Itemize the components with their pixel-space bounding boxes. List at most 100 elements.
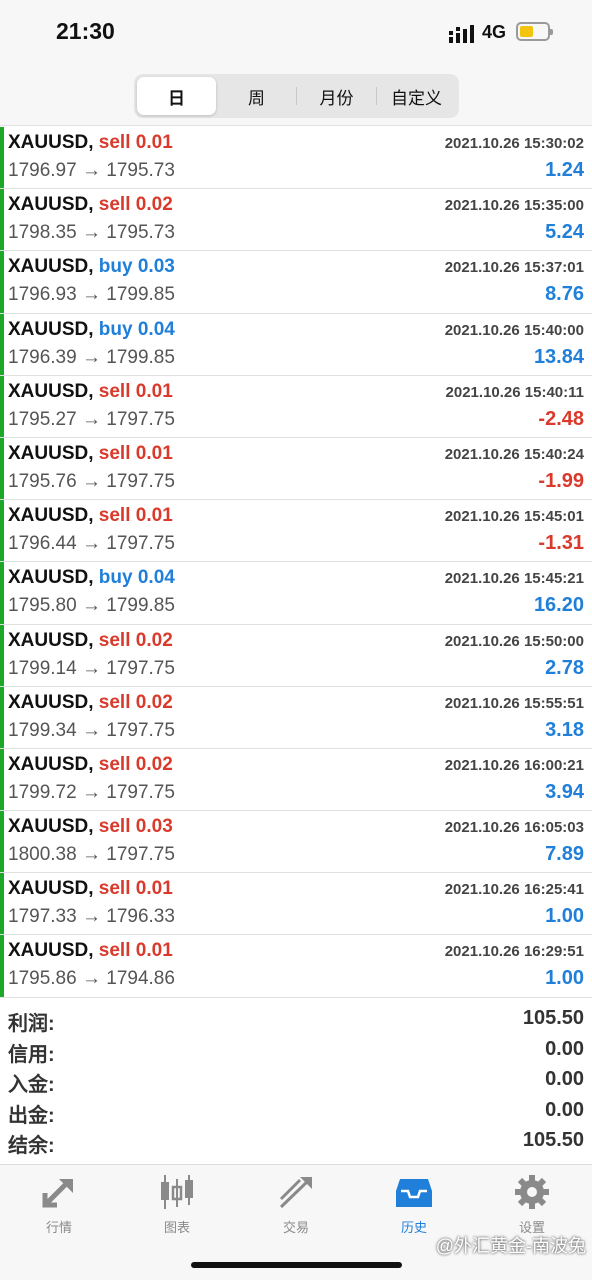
tab-label: 图表 — [163, 1220, 190, 1235]
trade-datetime: 2021.10.26 15:50:00 — [444, 632, 584, 650]
arrow-icon: → — [81, 533, 101, 555]
close-price: 1797.75 — [106, 844, 175, 866]
segment-tab-2[interactable]: 月份 — [297, 77, 376, 115]
segment-tab-0[interactable]: 日 — [137, 77, 216, 115]
trade-title: XAUUSD, sell 0.02 — [8, 754, 173, 776]
trade-symbol: XAUUSD, — [8, 194, 94, 216]
trade-row[interactable]: XAUUSD, sell 0.03 2021.10.26 16:05:03 1800… — [0, 811, 592, 874]
trade-volume: 0.01 — [135, 878, 173, 900]
open-price: 1800.38 — [8, 844, 77, 866]
trade-row[interactable]: XAUUSD, sell 0.01 2021.10.26 15:40:24 1795… — [0, 437, 592, 501]
trade-profit: -1.99 — [538, 469, 584, 492]
trade-datetime: 2021.10.26 15:55:51 — [444, 694, 584, 712]
trade-symbol: XAUUSD, — [8, 691, 94, 713]
close-price: 1797.75 — [106, 533, 175, 555]
trade-datetime: 2021.10.26 15:45:21 — [444, 570, 584, 588]
summary-label: 利润: — [8, 1013, 55, 1035]
open-price: 1796.93 — [8, 284, 77, 306]
trade-row-indicator — [0, 935, 4, 997]
trade-datetime: 2021.10.26 16:29:51 — [444, 943, 584, 961]
trade-symbol: XAUUSD, — [8, 505, 94, 527]
trade-symbol: XAUUSD, — [8, 380, 94, 402]
open-price: 1799.34 — [8, 719, 77, 741]
open-price: 1796.97 — [8, 160, 77, 181]
summary-label: 信用: — [8, 1043, 55, 1066]
battery-nub — [550, 29, 553, 35]
trade-volume: 0.01 — [135, 442, 173, 464]
battery-level — [520, 26, 533, 37]
trade-symbol: XAUUSD, — [8, 629, 94, 651]
signal-icon — [449, 25, 474, 43]
trade-profit: 1.24 — [545, 159, 584, 181]
close-price: 1797.75 — [106, 470, 175, 492]
trade-row[interactable]: XAUUSD, sell 0.01 2021.10.26 15:30:02 1796… — [0, 127, 592, 190]
trade-symbol: XAUUSD, — [8, 256, 94, 278]
close-price: 1799.85 — [106, 284, 175, 306]
summary-value: 0.00 — [545, 1037, 584, 1060]
trade-row-indicator — [0, 500, 4, 562]
trade-row[interactable]: XAUUSD, sell 0.02 2021.10.26 15:55:51 1799… — [0, 686, 592, 749]
trade-row[interactable]: XAUUSD, buy 0.04 2021.10.26 15:45:21 1795.… — [0, 562, 592, 625]
trade-title: XAUUSD, sell 0.01 — [8, 381, 173, 403]
tab-trade[interactable]: 交易 — [246, 1173, 346, 1243]
period-bar: 日周月份 自定义 — [0, 66, 592, 126]
arrow-icon: → — [81, 657, 101, 679]
summary-value: 0.00 — [545, 1098, 584, 1121]
trade-side: sell — [98, 940, 131, 962]
trade-row[interactable]: XAUUSD, sell 0.01 2021.10.26 15:45:01 1796… — [0, 500, 592, 563]
trade-row-indicator — [0, 313, 4, 375]
open-price: 1797.33 — [8, 906, 77, 928]
trade-title: XAUUSD, sell 0.01 — [8, 443, 173, 465]
summary-label: 入金: — [8, 1074, 55, 1096]
account-summary: 利润: 105.50 信用: 0.00 入金: 0.00 出金: 0.00 结余: 105.50 — [0, 1004, 592, 1157]
trade-row[interactable]: XAUUSD, buy 0.03 2021.10.26 15:37:01 1796.… — [0, 251, 592, 314]
trade-row-indicator — [0, 624, 4, 686]
trade-prices: 1795.80 → 1799.85 — [8, 595, 175, 617]
trade-side: sell — [98, 691, 131, 713]
tab-label: 行情 — [45, 1220, 72, 1235]
close-price: 1797.75 — [106, 657, 175, 679]
trade-side: sell — [98, 505, 131, 527]
summary-value: 105.50 — [522, 1007, 584, 1029]
trade-row[interactable]: XAUUSD, sell 0.02 2021.10.26 15:35:00 1798… — [0, 189, 592, 252]
trade-datetime: 2021.10.26 15:35:00 — [444, 197, 584, 215]
trade-volume: 0.01 — [135, 132, 173, 153]
trade-history-list: XAUUSD, sell 0.01 2021.10.26 15:30:02 1796… — [0, 127, 592, 998]
arrow-icon: → — [81, 160, 101, 181]
trade-prices: 1796.39 → 1799.85 — [8, 347, 175, 369]
trade-symbol: XAUUSD, — [8, 442, 94, 464]
trade-side: sell — [98, 132, 131, 153]
trade-profit: 3.18 — [545, 718, 584, 741]
open-price: 1796.44 — [8, 533, 77, 555]
trade-row[interactable]: XAUUSD, buy 0.04 2021.10.26 15:40:00 1796.… — [0, 313, 592, 376]
trade-prices: 1800.38 → 1797.75 — [8, 844, 175, 866]
history-icon — [396, 1179, 432, 1207]
open-price: 1799.72 — [8, 781, 77, 803]
segment-tab-3[interactable]: 自定义 — [377, 77, 456, 115]
trade-datetime: 2021.10.26 15:40:11 — [445, 383, 584, 401]
trade-side: sell — [98, 816, 131, 838]
trade-row[interactable]: XAUUSD, sell 0.02 2021.10.26 15:50:00 1799… — [0, 624, 592, 687]
summary-label: 出金: — [8, 1104, 55, 1127]
trade-volume: 0.01 — [135, 940, 173, 962]
trade-row[interactable]: XAUUSD, sell 0.01 2021.10.26 16:25:41 1797… — [0, 873, 592, 936]
trade-row[interactable]: XAUUSD, sell 0.01 2021.10.26 16:29:51 1795… — [0, 935, 592, 998]
trade-row[interactable]: XAUUSD, sell 0.02 2021.10.26 16:00:21 1799… — [0, 748, 592, 812]
home-indicator[interactable] — [191, 1262, 402, 1268]
tab-quotes[interactable]: 行情 — [9, 1173, 109, 1243]
arrow-icon: → — [81, 595, 101, 617]
segment-tab-1[interactable]: 周 — [217, 77, 296, 115]
close-price: 1795.73 — [106, 222, 175, 244]
arrow-icon: → — [81, 346, 101, 368]
trade-row[interactable]: XAUUSD, sell 0.01 2021.10.26 15:40:11 1795… — [0, 375, 592, 438]
trade-volume: 0.04 — [137, 318, 175, 340]
trade-prices: 1799.72 → 1797.75 — [8, 782, 175, 804]
status-time: 21:30 — [56, 18, 115, 44]
tab-chart[interactable]: 图表 — [127, 1173, 227, 1243]
trade-side: sell — [98, 878, 131, 900]
trade-volume: 0.02 — [135, 691, 173, 713]
trade-title: XAUUSD, sell 0.02 — [8, 692, 173, 714]
trade-title: XAUUSD, buy 0.03 — [8, 256, 175, 278]
trade-volume: 0.04 — [137, 567, 175, 589]
status-bar: 21:30 4G — [0, 0, 592, 66]
